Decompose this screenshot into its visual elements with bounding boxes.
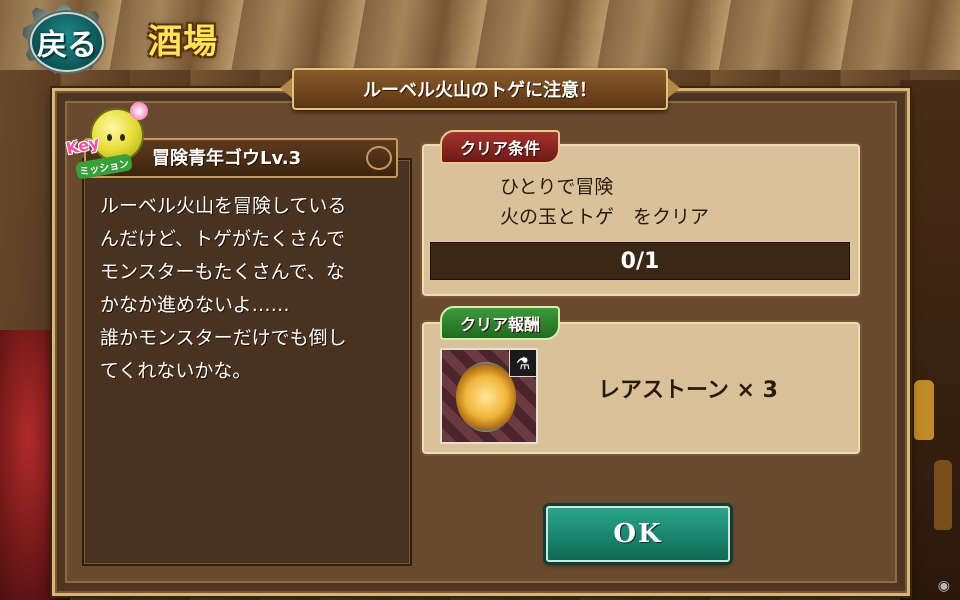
back-button[interactable]: 戻る <box>8 2 126 74</box>
message-line: てくれないかな。 <box>100 360 252 382</box>
dialog-title-banner: ルーベル火山のトゲに注意！ <box>280 68 680 110</box>
watermark-icon: ◉ <box>937 578 950 594</box>
npc-name: 冒険青年ゴウLv.3 <box>152 148 302 169</box>
condition-line-2: 火の玉とトゲ をクリア <box>500 206 710 228</box>
message-line: モンスターもたくさんで、な <box>100 261 345 283</box>
gem-icon <box>456 362 516 432</box>
message-line: かなか進めないよ…… <box>100 294 290 316</box>
message-line: んだけど、トゲがたくさんで <box>100 228 346 250</box>
ok-button[interactable]: OK <box>546 506 730 562</box>
potion-icon: ⚗ <box>509 350 536 377</box>
swirl-ornament-icon <box>366 146 392 170</box>
key-mission-badge: Key ミッション <box>64 102 150 186</box>
message-line: ルーベル火山を冒険している <box>100 195 347 217</box>
progress-text: 0/1 <box>620 248 660 274</box>
clear-reward-tag: クリア報酬 <box>440 306 561 340</box>
mission-label: ミッション <box>74 153 134 180</box>
message-line: 誰かモンスターだけでも倒し <box>100 327 347 349</box>
flower-icon <box>130 102 148 120</box>
bottle-icon <box>934 460 952 530</box>
reward-item-text: レアストーン × 3 <box>598 378 778 403</box>
ceiling-beams <box>0 0 960 70</box>
npc-message: ルーベル火山を冒険している んだけど、トゲがたくさんで モンスターもたくさんで、… <box>100 190 400 388</box>
mascot-eye <box>107 134 112 141</box>
rare-stone-icon[interactable]: ⚗ <box>440 348 538 444</box>
key-label: Key <box>64 132 102 159</box>
mascot-eye <box>120 134 125 141</box>
progress-bar: 0/1 <box>430 242 850 280</box>
clear-condition-tag: クリア条件 <box>440 130 561 164</box>
ok-button-label: OK <box>613 519 663 549</box>
bottle-icon <box>914 380 934 440</box>
back-button-label: 戻る <box>37 28 97 63</box>
screen-title: 酒場 <box>148 22 218 62</box>
dialog-title: ルーベル火山のトゲに注意！ <box>363 80 597 101</box>
condition-line-1: ひとりで冒険 <box>500 176 614 198</box>
